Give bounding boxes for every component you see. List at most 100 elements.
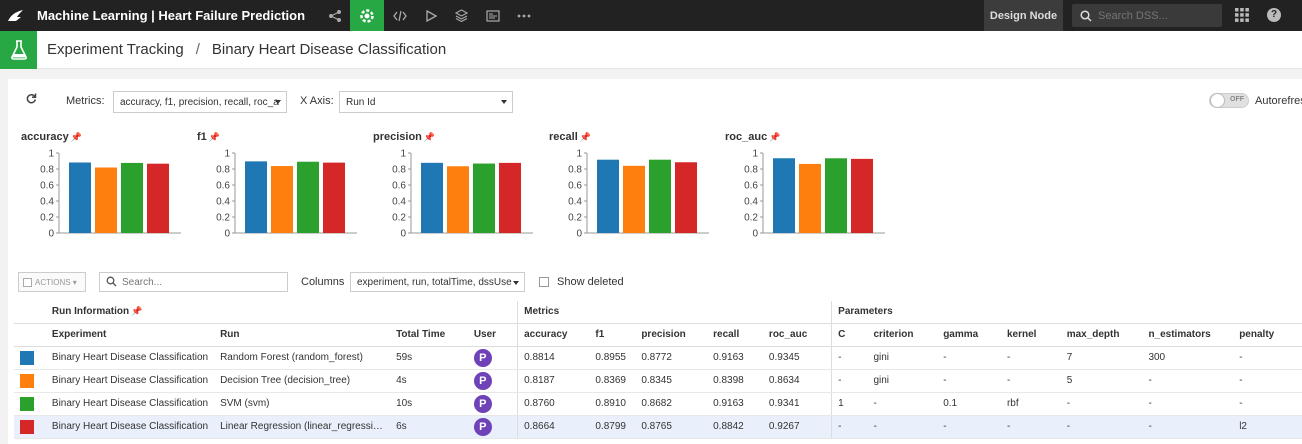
lab-gear-icon[interactable]: [350, 0, 385, 31]
top-navigation-bar: Machine Learning | Heart Failure Predict…: [0, 0, 1302, 31]
chart-bar[interactable]: [649, 159, 671, 233]
cell-total-time: 59s: [390, 346, 468, 370]
help-icon[interactable]: ?: [1267, 8, 1281, 22]
column-header[interactable]: Experiment: [45, 323, 215, 347]
design-node-label[interactable]: Design Node: [984, 0, 1063, 31]
cell-gamma: -: [937, 369, 1001, 393]
chart-bar[interactable]: [675, 162, 697, 233]
select-all-checkbox[interactable]: [23, 278, 32, 287]
dashboard-icon[interactable]: [477, 0, 508, 31]
breadcrumb-experiment-tracking[interactable]: Experiment Tracking: [47, 41, 184, 58]
global-search-input[interactable]: [1098, 9, 1218, 22]
table-search[interactable]: [99, 272, 288, 292]
chart-bar[interactable]: [851, 158, 873, 233]
chart-bar[interactable]: [69, 162, 91, 233]
column-header[interactable]: recall: [707, 323, 763, 347]
user-avatar[interactable]: P: [473, 417, 492, 436]
column-header[interactable]: penalty: [1233, 323, 1302, 347]
run-link[interactable]: SVM (svm): [214, 392, 391, 416]
column-header[interactable]: Run: [214, 323, 391, 347]
y-tick-label: 0.8: [392, 165, 406, 176]
run-color-swatch[interactable]: [20, 419, 34, 434]
chart-bar[interactable]: [271, 166, 293, 233]
user-cell: P: [467, 346, 518, 370]
chart-bar[interactable]: [623, 165, 645, 233]
columns-label: Columns: [301, 276, 345, 288]
chart-bar[interactable]: [245, 161, 267, 233]
column-header[interactable]: precision: [635, 323, 708, 347]
code-icon[interactable]: [384, 0, 415, 31]
column-header[interactable]: criterion: [867, 323, 938, 347]
x-axis-select-value: Run Id: [346, 97, 376, 108]
y-tick-label: 1: [576, 149, 582, 160]
actions-dropdown[interactable]: ACTIONS ▾: [18, 272, 86, 292]
chart-bar[interactable]: [323, 162, 345, 233]
apps-grid-icon[interactable]: [1234, 7, 1250, 23]
more-options-icon[interactable]: [508, 0, 539, 31]
run-link[interactable]: Decision Tree (decision_tree): [214, 369, 391, 393]
global-search[interactable]: [1072, 4, 1222, 27]
cell-c: 1: [831, 392, 868, 416]
chart-bar[interactable]: [421, 162, 443, 233]
chart-recall: recall 📌 0 0.2 0.4 0.6 0.8 1: [549, 129, 709, 240]
chart-bar[interactable]: [773, 158, 795, 233]
chart-bar[interactable]: [799, 163, 821, 233]
toggle-knob: [1210, 93, 1225, 108]
y-tick-label: 0.2: [392, 213, 406, 224]
chart-bar[interactable]: [447, 166, 469, 233]
column-header[interactable]: max_depth: [1060, 323, 1143, 347]
cell-kernel: -: [1000, 415, 1061, 439]
chart-bar[interactable]: [597, 159, 619, 233]
autorefresh-toggle[interactable]: OFF: [1209, 93, 1249, 108]
run-color-swatch[interactable]: [20, 350, 34, 365]
pin-icon[interactable]: 📌: [131, 306, 142, 316]
chart-bar[interactable]: [473, 163, 495, 233]
table-row[interactable]: Binary Heart Disease Classification Linea…: [14, 415, 1302, 439]
run-play-icon[interactable]: [415, 0, 446, 31]
chevron-down-icon: [513, 281, 519, 285]
y-tick-label: 0.4: [40, 197, 54, 208]
columns-select[interactable]: experiment, run, totalTime, dssUse: [350, 272, 525, 292]
user-avatar[interactable]: P: [473, 348, 492, 367]
deploy-stack-icon[interactable]: [446, 0, 477, 31]
cell-f1: 0.8369: [589, 369, 636, 393]
bird-logo-icon[interactable]: [0, 0, 31, 31]
chart-bar[interactable]: [121, 162, 143, 233]
run-link[interactable]: Linear Regression (linear_regressi…: [214, 415, 391, 439]
column-header[interactable]: f1: [589, 323, 636, 347]
column-header[interactable]: roc_auc: [762, 323, 832, 347]
cell-criterion: gini: [867, 369, 938, 393]
table-row[interactable]: Binary Heart Disease Classification Rando…: [14, 346, 1302, 370]
user-avatar[interactable]: P: [473, 394, 492, 413]
y-tick-label: 0.8: [568, 165, 582, 176]
run-link[interactable]: Random Forest (random_forest): [214, 346, 391, 370]
run-color-swatch[interactable]: [20, 396, 34, 411]
table-row[interactable]: Binary Heart Disease Classification Decis…: [14, 369, 1302, 393]
column-header[interactable]: User: [467, 323, 518, 347]
chart-bar[interactable]: [499, 162, 521, 233]
chart-f1-plot: 0 0.2 0.4 0.6 0.8 1: [216, 149, 357, 240]
user-cell: P: [467, 392, 518, 416]
chart-bar[interactable]: [147, 163, 169, 233]
y-tick-label: 0.6: [216, 181, 230, 192]
column-header[interactable]: Total Time: [390, 323, 468, 347]
flow-share-icon[interactable]: [319, 0, 350, 31]
y-tick-label: 0.4: [392, 197, 406, 208]
chart-bar[interactable]: [297, 161, 319, 233]
show-deleted-checkbox[interactable]: [539, 277, 549, 287]
metrics-select[interactable]: accuracy, f1, precision, recall, roc_a: [113, 91, 287, 113]
column-header[interactable]: kernel: [1000, 323, 1061, 347]
chart-bar[interactable]: [825, 158, 847, 233]
column-header[interactable]: n_estimators: [1142, 323, 1234, 347]
column-header[interactable]: accuracy: [517, 323, 590, 347]
refresh-icon[interactable]: [26, 93, 37, 107]
table-search-input[interactable]: [122, 277, 272, 288]
project-title[interactable]: Machine Learning | Heart Failure Predict…: [37, 8, 305, 23]
table-row[interactable]: Binary Heart Disease Classification SVM (…: [14, 392, 1302, 416]
x-axis-select[interactable]: Run Id: [339, 91, 513, 113]
column-header[interactable]: C: [831, 323, 868, 347]
column-header[interactable]: gamma: [937, 323, 1001, 347]
run-color-swatch[interactable]: [20, 373, 34, 388]
user-avatar[interactable]: P: [473, 371, 492, 390]
chart-bar[interactable]: [95, 167, 117, 233]
